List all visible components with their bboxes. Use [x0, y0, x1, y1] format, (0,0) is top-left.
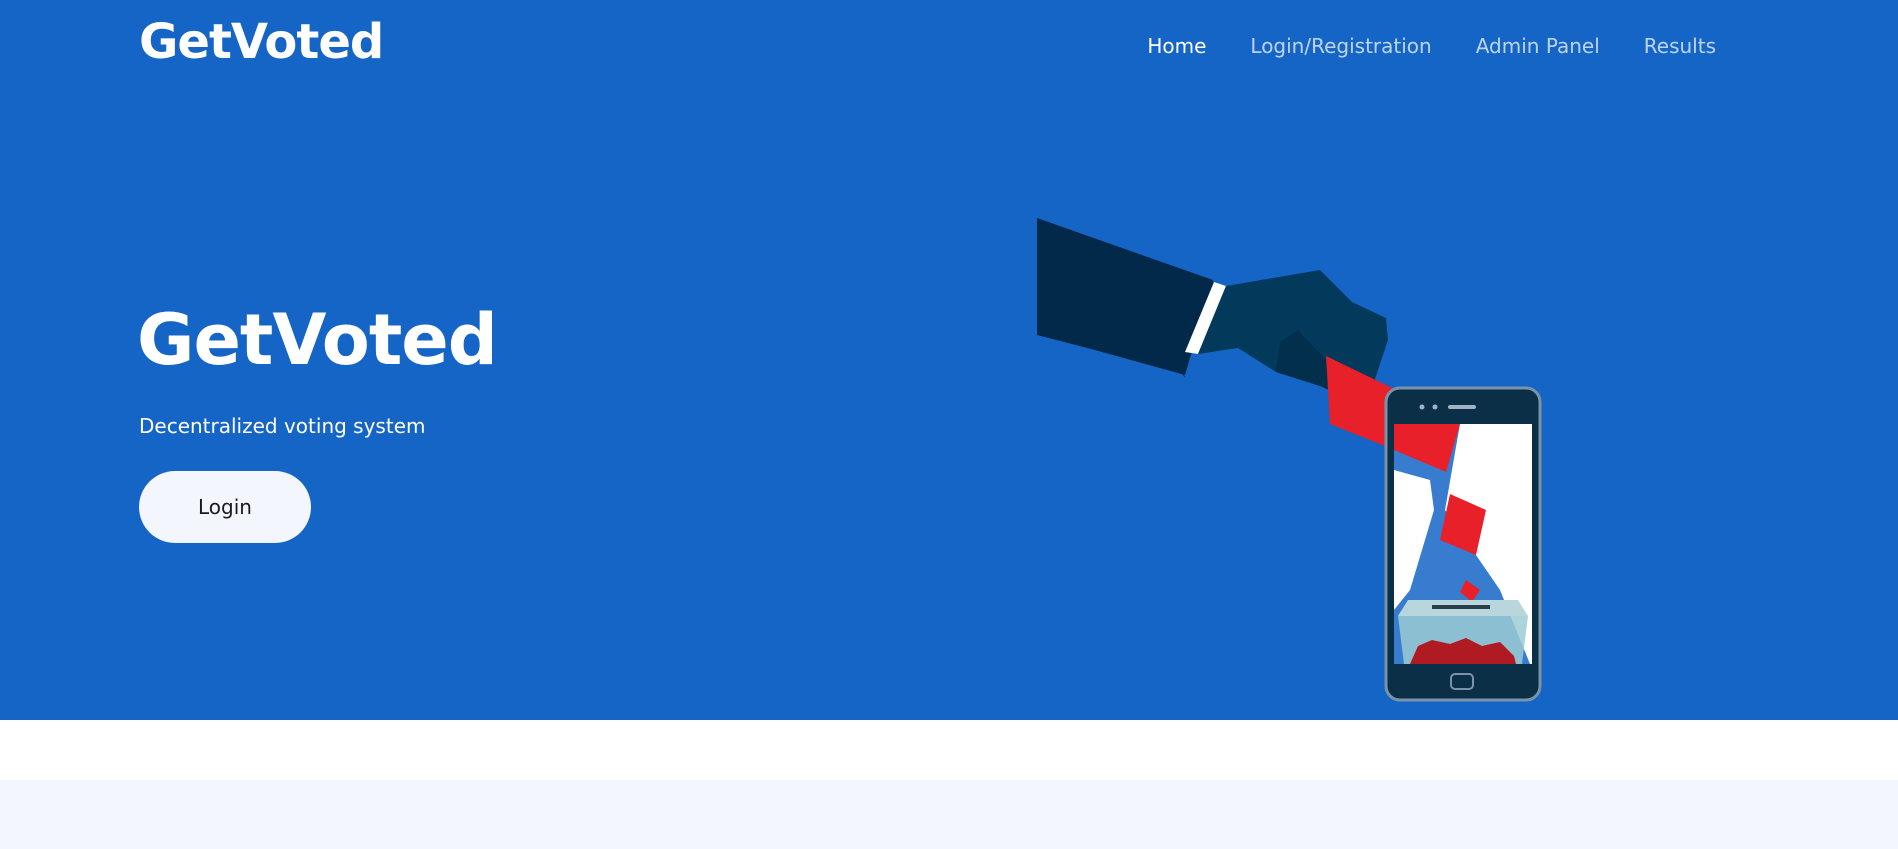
phone-speaker [1448, 405, 1476, 409]
next-section [0, 780, 1898, 849]
nav-link-home[interactable]: Home [1147, 30, 1206, 62]
main-nav: Home Login/Registration Admin Panel Resu… [1147, 30, 1716, 62]
hero-subtitle: Decentralized voting system [139, 414, 426, 438]
nav-link-login-registration[interactable]: Login/Registration [1250, 30, 1431, 62]
login-button[interactable]: Login [139, 471, 311, 543]
hero-title: GetVoted [137, 299, 498, 381]
hero-section: GetVoted Home Login/Registration Admin P… [0, 0, 1898, 720]
nav-link-results[interactable]: Results [1644, 30, 1716, 62]
brand-logo[interactable]: GetVoted [139, 12, 384, 72]
phone-camera [1419, 404, 1425, 410]
nav-link-admin-panel[interactable]: Admin Panel [1476, 30, 1600, 62]
vote-illustration [1037, 218, 1542, 702]
phone-sensor [1432, 404, 1438, 410]
ballot-box-slot [1432, 605, 1490, 609]
